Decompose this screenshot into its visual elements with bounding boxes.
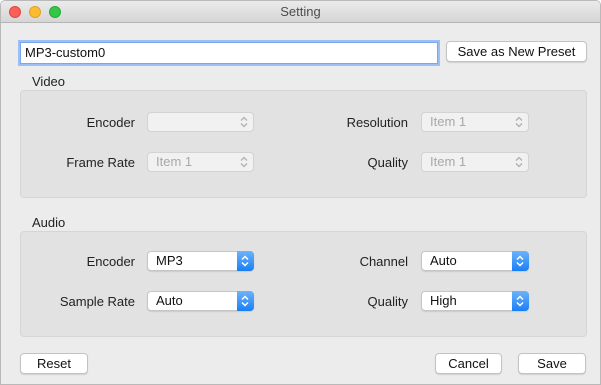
audio-encoder-value: MP3 — [156, 253, 183, 268]
updown-chevron-icon — [515, 116, 523, 128]
cancel-button[interactable]: Cancel — [435, 353, 502, 374]
settings-window: Setting MP3-custom0 Save as New Preset V… — [0, 0, 601, 385]
audio-channel-label: Channel — [359, 254, 408, 269]
video-frame-rate-label: Frame Rate — [66, 155, 135, 170]
video-settings-group: Encoder Resolution Item 1 Frame Rate Ite… — [20, 90, 587, 198]
updown-chevron-icon — [516, 255, 524, 267]
preset-name-input[interactable]: MP3-custom0 — [20, 42, 438, 64]
reset-button[interactable]: Reset — [20, 353, 88, 374]
updown-chevron-icon — [240, 116, 248, 128]
video-resolution-value: Item 1 — [430, 114, 467, 129]
select-arrow-button — [512, 291, 529, 311]
video-quality-value: Item 1 — [430, 154, 467, 169]
save-as-new-preset-button[interactable]: Save as New Preset — [446, 41, 587, 62]
select-arrow-button — [237, 291, 254, 311]
title-bar[interactable]: Setting — [1, 1, 600, 23]
audio-channel-select[interactable]: Auto — [421, 251, 529, 271]
video-quality-label: Quality — [367, 155, 408, 170]
video-encoder-label: Encoder — [86, 115, 135, 130]
audio-section-label: Audio — [32, 215, 66, 230]
audio-quality-select[interactable]: High — [421, 291, 529, 311]
updown-chevron-icon — [516, 295, 524, 307]
save-button[interactable]: Save — [518, 353, 586, 374]
audio-sample-rate-select[interactable]: Auto — [147, 291, 254, 311]
audio-settings-group: Encoder MP3 Channel Auto Sample Rate Aut… — [20, 231, 587, 337]
video-section-label: Video — [32, 74, 66, 89]
video-encoder-select[interactable] — [147, 112, 254, 132]
updown-chevron-icon — [241, 255, 249, 267]
audio-sample-rate-value: Auto — [156, 293, 183, 308]
video-resolution-select[interactable]: Item 1 — [421, 112, 529, 132]
updown-chevron-icon — [240, 156, 248, 168]
video-quality-select[interactable]: Item 1 — [421, 152, 529, 172]
select-arrow-button — [512, 251, 529, 271]
audio-sample-rate-label: Sample Rate — [59, 294, 135, 309]
video-frame-rate-value: Item 1 — [156, 154, 193, 169]
audio-quality-value: High — [430, 293, 457, 308]
audio-channel-value: Auto — [430, 253, 457, 268]
updown-chevron-icon — [241, 295, 249, 307]
updown-chevron-icon — [515, 156, 523, 168]
video-resolution-label: Resolution — [346, 115, 408, 130]
audio-encoder-label: Encoder — [86, 254, 135, 269]
window-title: Setting — [280, 4, 321, 19]
audio-encoder-select[interactable]: MP3 — [147, 251, 254, 271]
select-arrow-button — [237, 251, 254, 271]
video-frame-rate-select[interactable]: Item 1 — [147, 152, 254, 172]
audio-quality-label: Quality — [367, 294, 408, 309]
